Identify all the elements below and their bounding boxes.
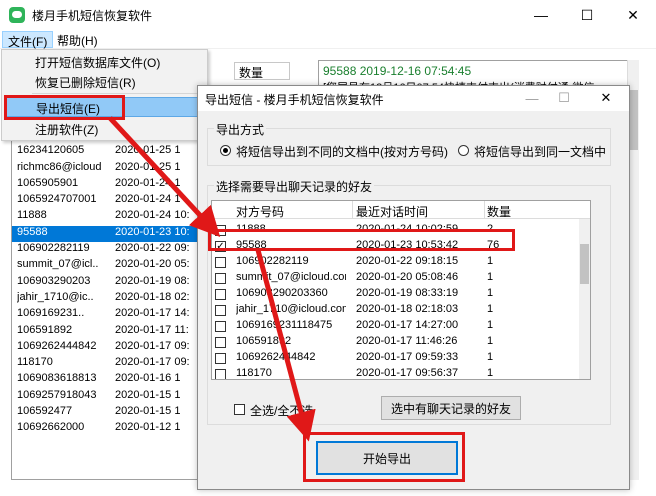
arrow-to-button: [255, 249, 316, 442]
arrow-to-row: [108, 116, 221, 238]
annotation-arrows: [108, 116, 316, 442]
